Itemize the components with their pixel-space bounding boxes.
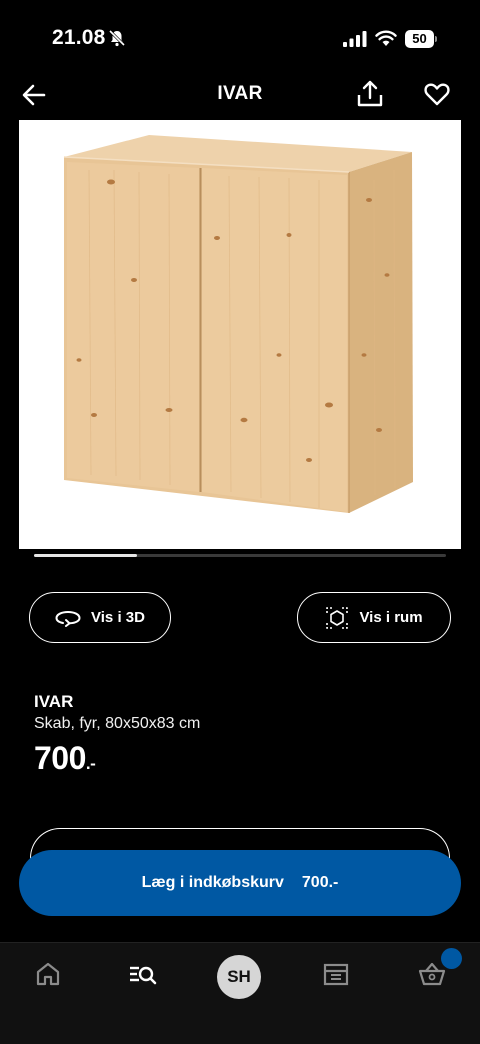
add-to-cart-button[interactable]: Læg i indkøbskurv 700.- bbox=[19, 850, 461, 916]
view-in-room-button[interactable]: Vis i rum bbox=[297, 592, 451, 643]
top-navigation: IVAR bbox=[0, 70, 480, 120]
image-carousel-indicator bbox=[34, 554, 446, 557]
battery-indicator: 50 bbox=[405, 30, 437, 48]
add-to-cart-price: 700.- bbox=[301, 874, 339, 891]
add-to-cart-label: Læg i indkøbskurv bbox=[141, 874, 284, 891]
heart-icon[interactable] bbox=[423, 81, 451, 107]
bell-slash-icon bbox=[108, 29, 126, 47]
cellular-signal-icon bbox=[343, 31, 367, 47]
wifi-icon bbox=[375, 30, 397, 46]
carousel-progress bbox=[34, 554, 137, 557]
status-bar: 21.08 50 bbox=[0, 0, 480, 70]
rotate-3d-icon bbox=[55, 610, 81, 627]
profile-avatar[interactable]: SH bbox=[217, 955, 261, 999]
view-in-room-label: Vis i rum bbox=[359, 609, 423, 626]
home-icon[interactable] bbox=[33, 959, 63, 989]
price-suffix: .- bbox=[85, 754, 96, 773]
product-description: Skab, fyr, 80x50x83 cm bbox=[34, 715, 201, 732]
product-image[interactable] bbox=[19, 120, 461, 549]
share-icon[interactable] bbox=[355, 79, 385, 109]
cabinet-illustration bbox=[63, 135, 413, 513]
bottom-tab-bar: SH bbox=[0, 942, 480, 1044]
product-price: 700.- bbox=[34, 740, 96, 777]
cart-notification-badge bbox=[441, 948, 462, 969]
status-time: 21.08 bbox=[52, 26, 106, 49]
product-name: IVAR bbox=[34, 692, 74, 711]
price-amount: 700 bbox=[34, 740, 86, 776]
page-title: IVAR bbox=[217, 83, 263, 104]
store-icon[interactable] bbox=[321, 959, 351, 989]
battery-level: 50 bbox=[405, 30, 434, 48]
battery-tip bbox=[435, 36, 437, 42]
view-in-3d-label: Vis i 3D bbox=[91, 609, 145, 626]
augmented-reality-icon bbox=[326, 606, 349, 629]
view-in-3d-button[interactable]: Vis i 3D bbox=[29, 592, 171, 643]
search-icon[interactable] bbox=[128, 959, 158, 989]
